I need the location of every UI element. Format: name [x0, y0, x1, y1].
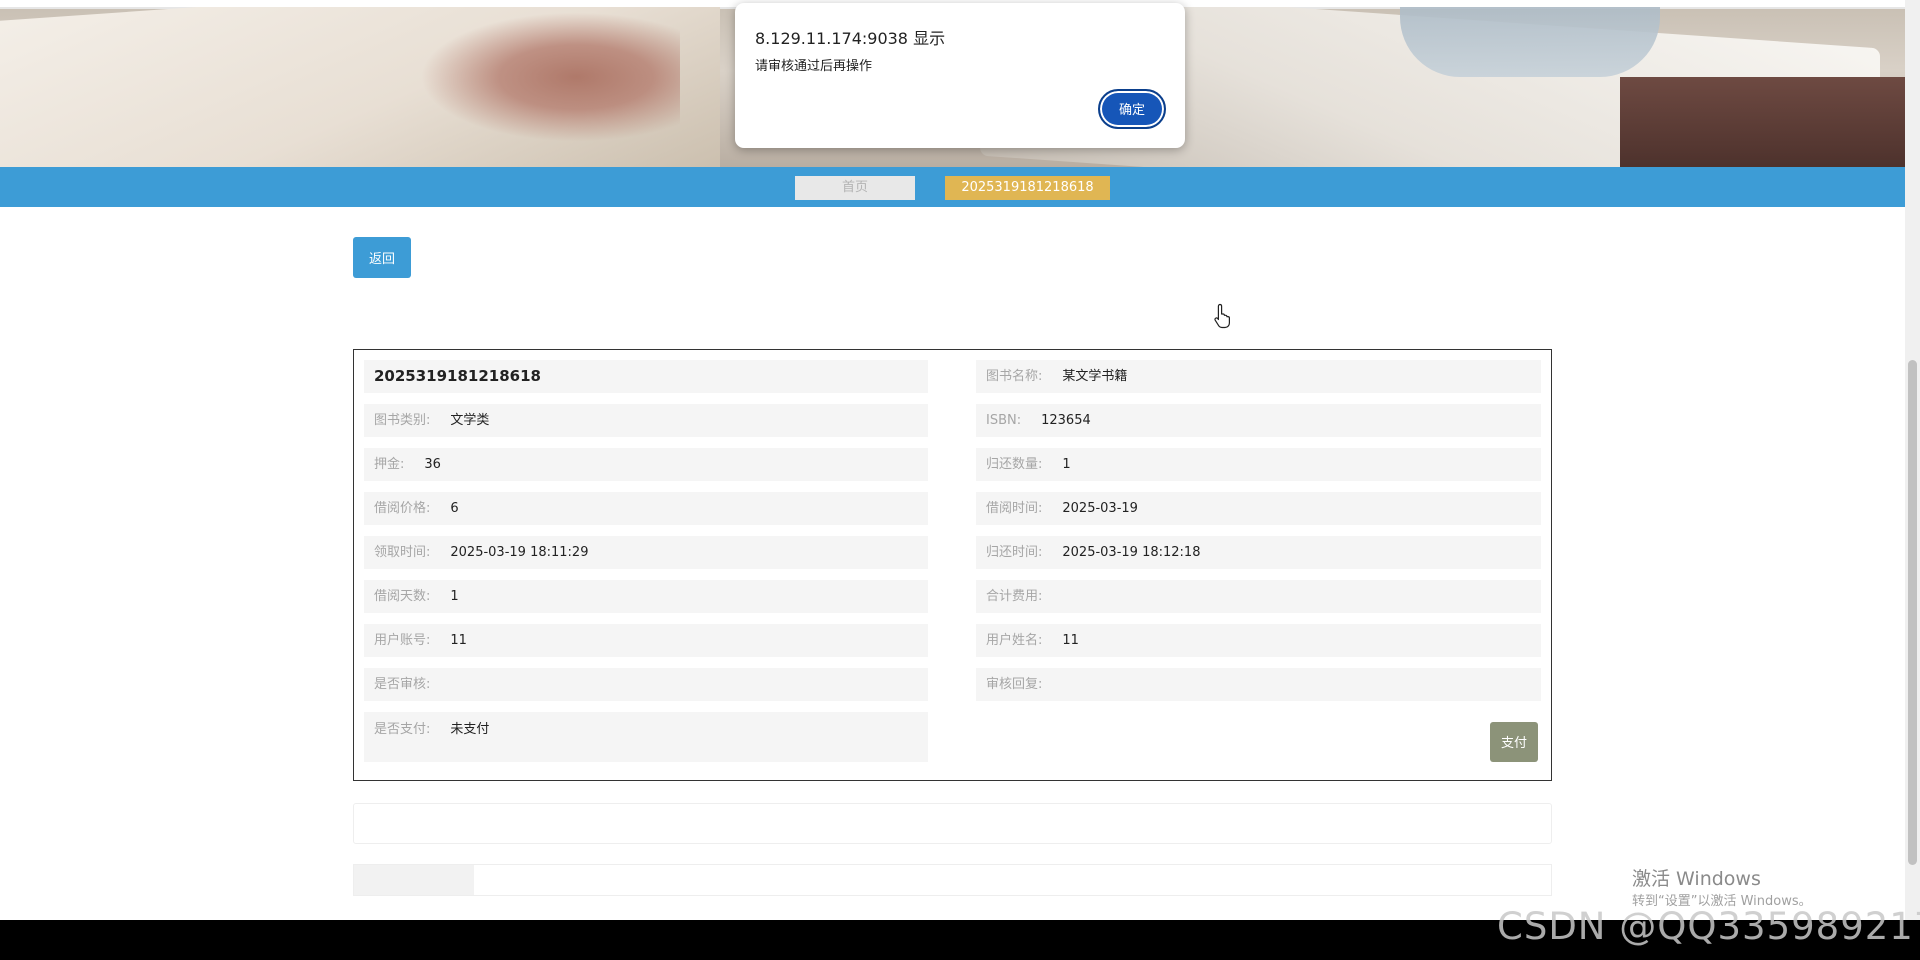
order-number-cell: 2025319181218618	[364, 360, 928, 393]
detail-field: 借阅天数: 1	[364, 580, 928, 613]
field-label: 用户姓名:	[986, 633, 1043, 648]
detail-field: 用户账号: 11	[364, 624, 928, 657]
field-value: 2025-03-19 18:11:29	[450, 545, 589, 560]
field-label: 图书名称:	[986, 369, 1043, 384]
tab-item[interactable]	[354, 865, 474, 895]
detail-field: ISBN: 123654	[976, 404, 1541, 437]
field-label: 借阅价格:	[374, 501, 431, 516]
field-value: 123654	[1041, 413, 1091, 428]
comment-box	[353, 803, 1552, 844]
detail-card: 2025319181218618 图书名称: 某文学书籍 图书类别: 文学类 ISB…	[353, 349, 1552, 781]
alert-dialog: 8.129.11.174:9038 显示 请审核通过后再操作 确定	[735, 3, 1185, 148]
detail-field: 图书名称: 某文学书籍	[976, 360, 1541, 393]
field-label: 用户账号:	[374, 633, 431, 648]
hand-pointer-icon	[1214, 303, 1230, 329]
field-label: 是否审核:	[374, 677, 431, 692]
field-value: 11	[1062, 633, 1079, 648]
detail-field: 是否审核:	[364, 668, 928, 701]
detail-field: 归还时间: 2025-03-19 18:12:18	[976, 536, 1541, 569]
nav-current-item[interactable]: 2025319181218618	[945, 176, 1110, 200]
back-button[interactable]: 返回	[353, 237, 411, 278]
order-number: 2025319181218618	[374, 367, 541, 385]
field-label: 归还数量:	[986, 457, 1043, 472]
field-label: 借阅时间:	[986, 501, 1043, 516]
detail-field: 押金: 36	[364, 448, 928, 481]
dialog-title: 8.129.11.174:9038 显示	[755, 29, 946, 48]
field-label: 合计费用:	[986, 589, 1043, 604]
field-value: 1	[1062, 457, 1071, 472]
field-value: 未支付	[450, 722, 490, 737]
field-label: 押金:	[374, 457, 405, 472]
banner-stain	[420, 12, 680, 142]
field-value: 某文学书籍	[1062, 369, 1128, 384]
pay-button[interactable]: 支付	[1490, 722, 1538, 762]
dialog-message: 请审核通过后再操作	[755, 59, 873, 74]
field-value: 2025-03-19	[1062, 501, 1138, 516]
field-label: 领取时间:	[374, 545, 431, 560]
nav-home-link[interactable]: 首页	[795, 176, 915, 200]
nav-bar: 首页 2025319181218618	[0, 167, 1905, 207]
banner-dark-right	[1620, 77, 1905, 167]
detail-field: 借阅价格: 6	[364, 492, 928, 525]
detail-field: 用户姓名: 11	[976, 624, 1541, 657]
field-label: 审核回复:	[986, 677, 1043, 692]
detail-field: 合计费用:	[976, 580, 1541, 613]
field-value: 36	[424, 457, 441, 472]
field-value: 2025-03-19 18:12:18	[1062, 545, 1201, 560]
detail-field: 图书类别: 文学类	[364, 404, 928, 437]
field-value: 11	[450, 633, 467, 648]
detail-field: 审核回复:	[976, 668, 1541, 701]
field-label: 图书类别:	[374, 413, 431, 428]
field-label: 借阅天数:	[374, 589, 431, 604]
field-value: 6	[450, 501, 459, 516]
field-value: 文学类	[450, 413, 490, 428]
detail-field: 归还数量: 1	[976, 448, 1541, 481]
detail-field: 是否支付: 未支付	[364, 712, 928, 762]
detail-field: 领取时间: 2025-03-19 18:11:29	[364, 536, 928, 569]
scrollbar-thumb[interactable]	[1908, 360, 1917, 865]
windows-activation-title: 激活 Windows	[1632, 868, 1761, 890]
detail-field: 借阅时间: 2025-03-19	[976, 492, 1541, 525]
field-value: 1	[450, 589, 459, 604]
field-label: 归还时间:	[986, 545, 1043, 560]
dialog-ok-button[interactable]: 确定	[1098, 89, 1166, 129]
tab-strip	[353, 864, 1552, 896]
csdn-watermark: CSDN @QQ3359892174	[1497, 905, 1920, 948]
field-label: ISBN:	[986, 413, 1022, 428]
field-label: 是否支付:	[374, 722, 431, 737]
banner-cup	[1400, 7, 1660, 77]
